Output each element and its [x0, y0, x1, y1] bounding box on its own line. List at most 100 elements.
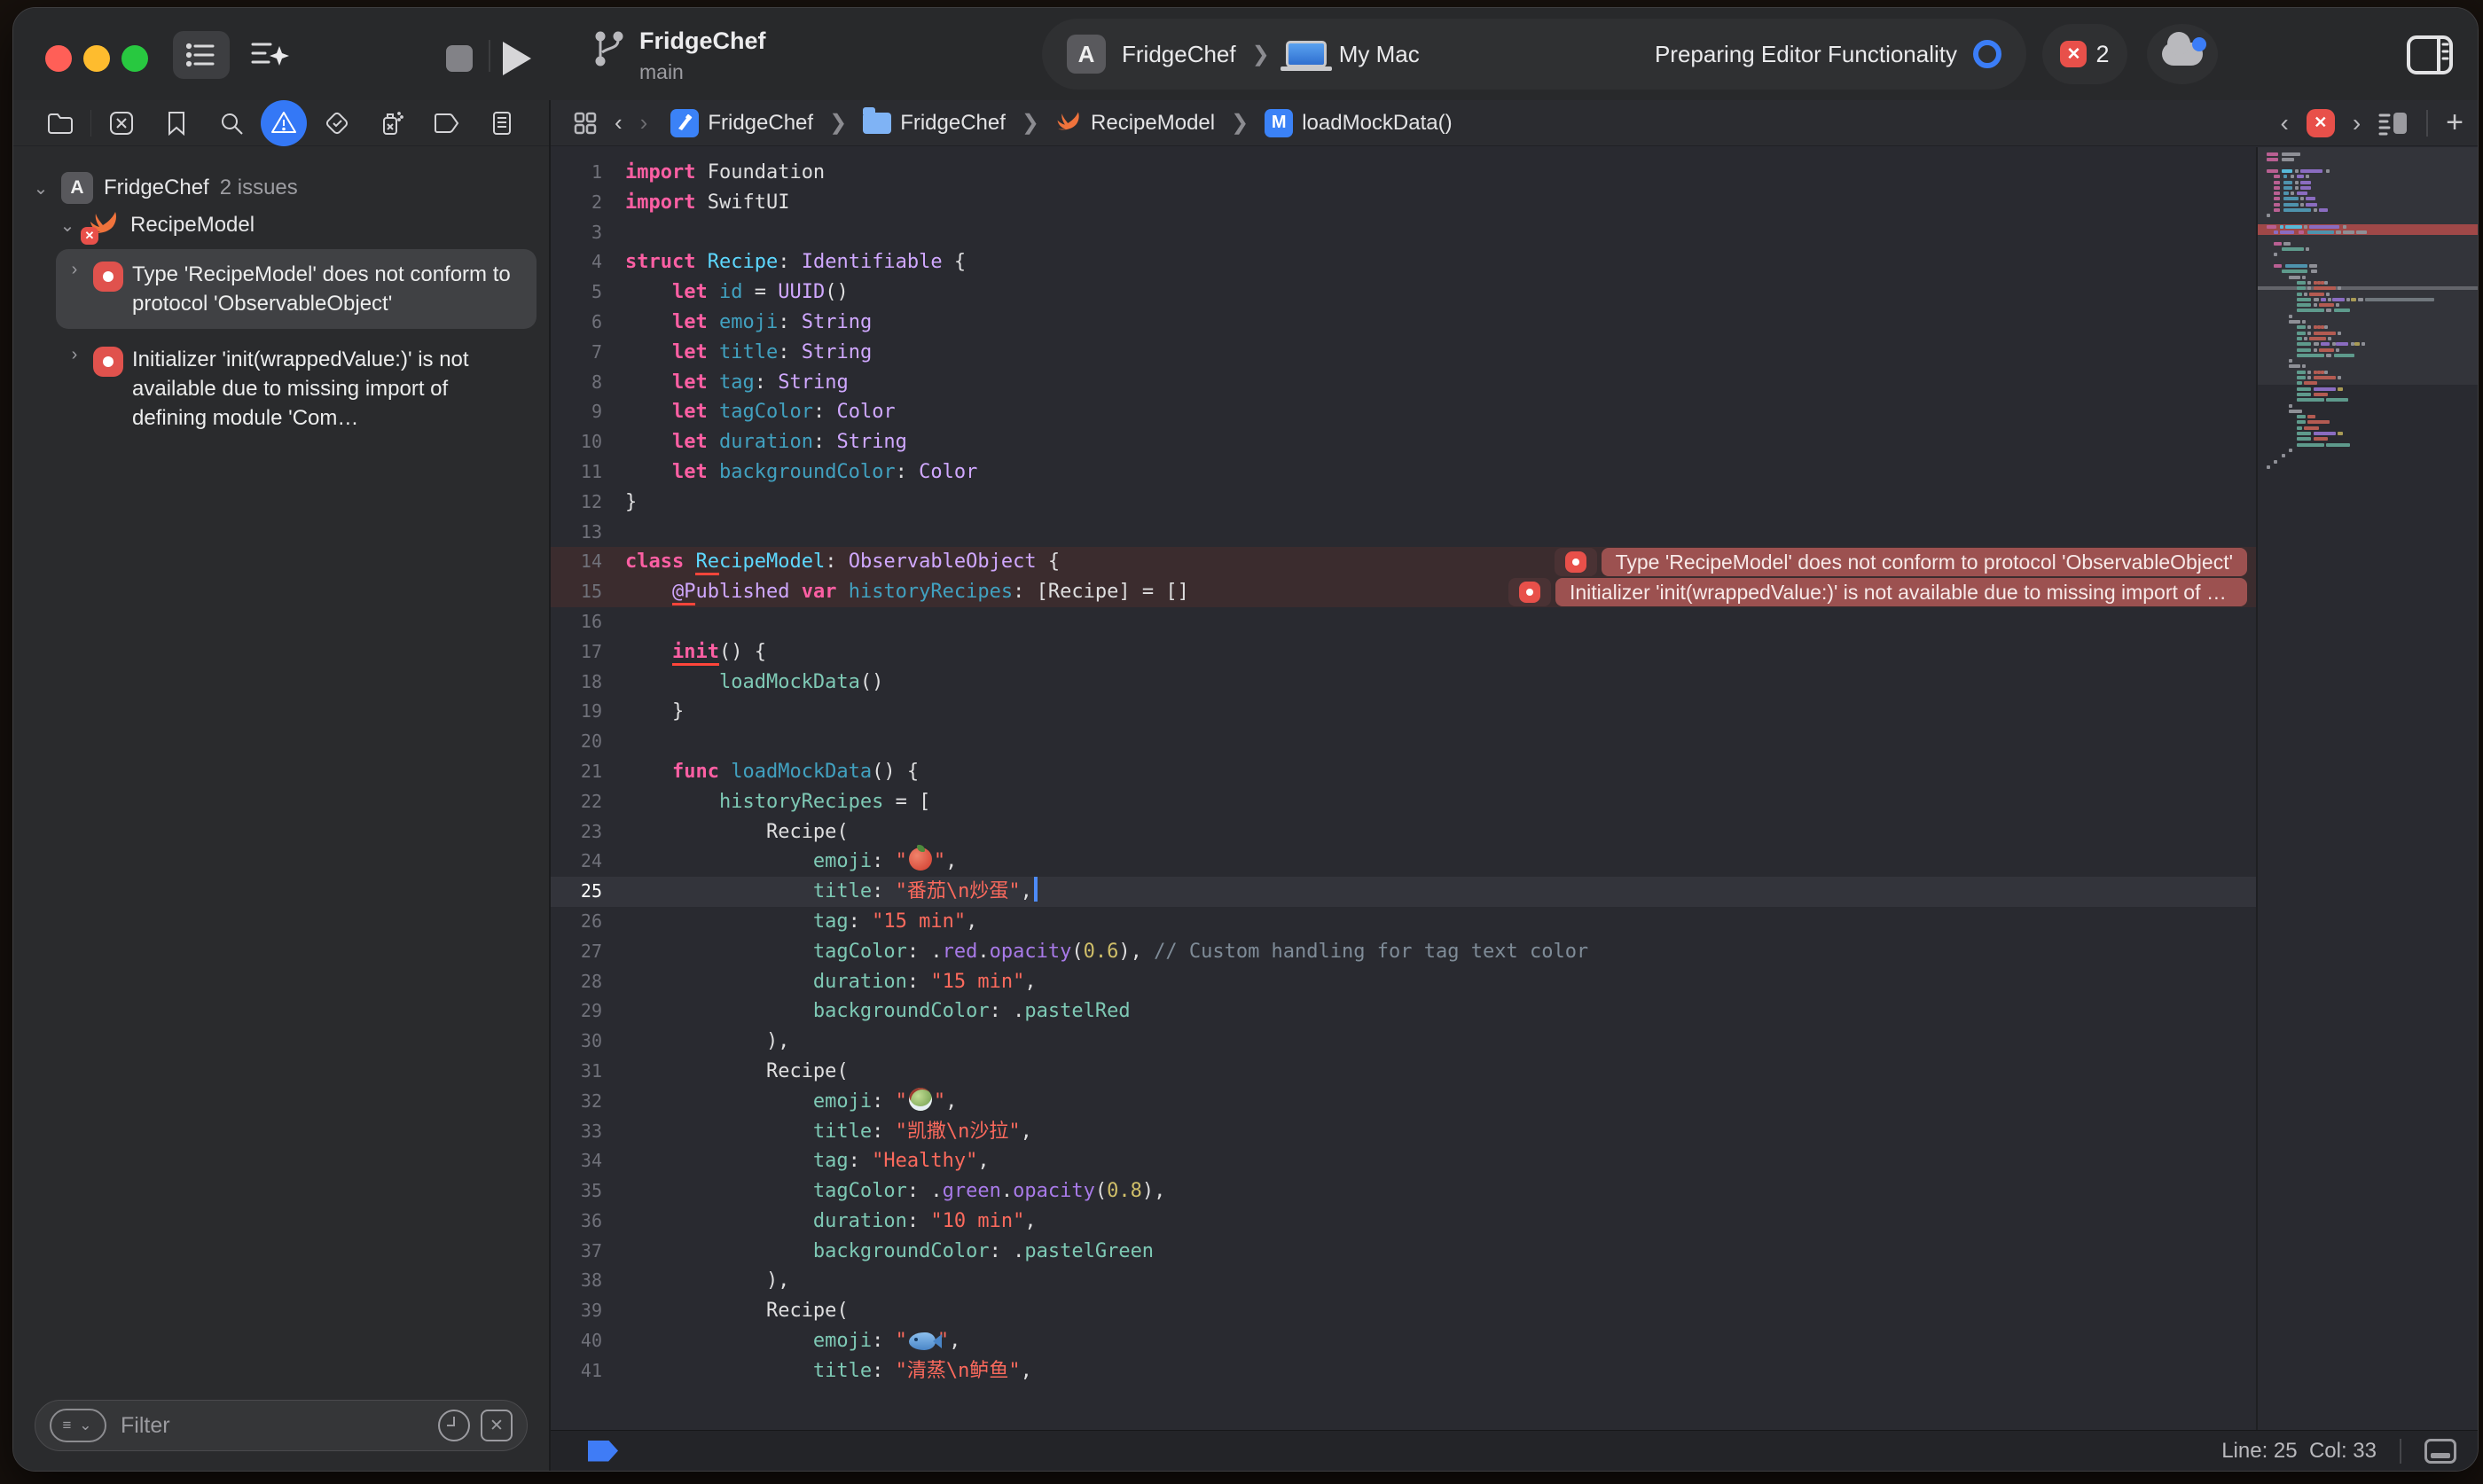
inline-error-banner[interactable]: Type 'RecipeModel' does not conform to p… — [1555, 548, 2247, 576]
code-line[interactable]: 3 — [551, 218, 2256, 248]
code-line[interactable]: 4struct Recipe: Identifiable { — [551, 247, 2256, 277]
code-line[interactable]: 35 tagColor: .green.opacity(0.8), — [551, 1176, 2256, 1207]
code-line[interactable]: 9 let tagColor: Color — [551, 397, 2256, 427]
code-line[interactable]: 37 backgroundColor: .pastelGreen — [551, 1237, 2256, 1267]
code-line[interactable]: 27 tagColor: .red.opacity(0.6), // Custo… — [551, 937, 2256, 967]
chevron-down-icon[interactable]: ⌄ — [31, 177, 51, 199]
minimap-toggle-icon[interactable] — [2378, 111, 2409, 136]
code-line[interactable]: 8 let tag: String — [551, 368, 2256, 398]
code-line[interactable]: 29 backgroundColor: .pastelRed — [551, 996, 2256, 1027]
breadcrumb-item[interactable]: RecipeModel — [1055, 110, 1215, 137]
code-line[interactable]: 25 title: "番茄\n炒蛋", — [551, 877, 2256, 907]
code-line[interactable]: 38 ), — [551, 1266, 2256, 1296]
code-line[interactable]: 6 let emoji: String — [551, 308, 2256, 338]
breadcrumb-item[interactable]: MloadMockData() — [1265, 109, 1452, 137]
tab-bookmarks[interactable] — [152, 103, 201, 144]
minimap-bar — [2300, 203, 2304, 207]
code-line[interactable]: 14class RecipeModel: ObservableObject {T… — [551, 547, 2256, 577]
stop-button[interactable] — [446, 45, 473, 72]
line-number: 2 — [551, 188, 625, 218]
minimap[interactable] — [2256, 147, 2478, 1430]
close-button[interactable] — [45, 45, 72, 72]
code-line[interactable]: 1import Foundation — [551, 158, 2256, 188]
tab-tests[interactable] — [312, 103, 362, 144]
forward-button[interactable]: › — [640, 109, 648, 137]
code-line[interactable]: 21 func loadMockData() { — [551, 757, 2256, 787]
inspector-toggle-button[interactable] — [2398, 29, 2462, 81]
assistant-button[interactable] — [242, 31, 299, 79]
add-editor-button[interactable]: + — [2446, 105, 2463, 140]
issue-row[interactable]: ›Type 'RecipeModel' does not conform to … — [56, 249, 537, 329]
code-line[interactable]: 20 — [551, 727, 2256, 757]
code-line[interactable]: 13 — [551, 518, 2256, 548]
tab-debug[interactable] — [367, 103, 417, 144]
code-line[interactable]: 15 @Published var historyRecipes: [Recip… — [551, 577, 2256, 607]
code-line[interactable]: 33 title: "凯撒\n沙拉", — [551, 1117, 2256, 1147]
code-line[interactable]: 5 let id = UUID() — [551, 277, 2256, 308]
editor-options-icon[interactable] — [2424, 1439, 2456, 1464]
code-line[interactable]: 22 historyRecipes = [ — [551, 787, 2256, 817]
filter-menu-icon[interactable]: ≡ ⌄ — [50, 1409, 106, 1442]
back-button[interactable]: ‹ — [615, 109, 623, 137]
recent-filter-icon[interactable] — [438, 1410, 470, 1441]
code-line[interactable]: 40 emoji: "", — [551, 1326, 2256, 1356]
code-line[interactable]: 36 duration: "10 min", — [551, 1207, 2256, 1237]
code-line[interactable]: 11 let backgroundColor: Color — [551, 457, 2256, 488]
tab-source-control[interactable] — [97, 103, 146, 144]
minimap-bar — [2274, 186, 2279, 190]
code-line[interactable]: 17 init() { — [551, 637, 2256, 668]
tab-breakpoints[interactable] — [422, 103, 472, 144]
chevron-separator: ❯ — [1252, 42, 1270, 67]
code-line[interactable]: 30 ), — [551, 1027, 2256, 1057]
run-button[interactable] — [503, 42, 531, 75]
breadcrumb-item[interactable]: FridgeChef — [863, 111, 1006, 136]
code-line[interactable]: 7 let title: String — [551, 338, 2256, 368]
project-row[interactable]: ⌄ A FridgeChef 2 issues — [31, 169, 537, 207]
code-line[interactable]: 12} — [551, 488, 2256, 518]
breakpoints-toggle-icon[interactable] — [588, 1441, 618, 1462]
chevron-down-icon[interactable]: ⌄ — [58, 215, 77, 237]
code-line[interactable]: 41 title: "清蒸\n鲈鱼", — [551, 1356, 2256, 1386]
cloud-status-button[interactable] — [2147, 24, 2218, 84]
tab-find[interactable] — [207, 103, 256, 144]
tab-project-navigator[interactable] — [35, 103, 85, 144]
code-line[interactable]: 31 Recipe( — [551, 1057, 2256, 1087]
code-line[interactable]: 23 Recipe( — [551, 817, 2256, 847]
code-line[interactable]: 10 let duration: String — [551, 427, 2256, 457]
run-destination[interactable]: My Mac — [1339, 41, 1420, 68]
error-count-button[interactable]: ✕ 2 — [2042, 24, 2127, 84]
filter-field[interactable]: ≡ ⌄ Filter ✕ — [35, 1400, 528, 1451]
code-line[interactable]: 18 loadMockData() — [551, 668, 2256, 698]
minimap-bar — [2326, 293, 2330, 296]
zoom-button[interactable] — [121, 45, 148, 72]
code-line[interactable]: 32 emoji: "", — [551, 1087, 2256, 1117]
related-items-icon[interactable] — [574, 112, 597, 135]
tab-reports[interactable] — [477, 103, 527, 144]
file-row[interactable]: ⌄ ✕ RecipeModel — [31, 207, 537, 244]
code-line[interactable]: 2import SwiftUI — [551, 188, 2256, 218]
chevron-right-icon[interactable]: › — [65, 345, 84, 433]
code-line[interactable]: 19 } — [551, 697, 2256, 727]
prev-issue-button[interactable]: ‹ — [2280, 109, 2288, 137]
next-issue-button[interactable]: › — [2353, 109, 2361, 137]
code-line[interactable]: 39 Recipe( — [551, 1296, 2256, 1326]
scheme-name[interactable]: FridgeChef — [1122, 41, 1236, 68]
code-pane[interactable]: 1import Foundation2import SwiftUI34struc… — [551, 147, 2256, 1430]
code-line[interactable]: 28 duration: "15 min", — [551, 967, 2256, 997]
source-editor[interactable]: 1import Foundation2import SwiftUI34struc… — [551, 147, 2478, 1430]
code-line[interactable]: 34 tag: "Healthy", — [551, 1146, 2256, 1176]
issue-row[interactable]: ›Initializer 'init(wrappedValue:)' is no… — [56, 334, 537, 443]
code-line[interactable]: 26 tag: "15 min", — [551, 907, 2256, 937]
tab-issues[interactable] — [261, 100, 307, 146]
minimize-button[interactable] — [83, 45, 110, 72]
code-token: let — [672, 401, 708, 423]
code-line[interactable]: 24 emoji: "", — [551, 847, 2256, 877]
issue-indicator-icon[interactable]: ✕ — [2307, 109, 2335, 137]
scheme-selector[interactable]: A FridgeChef ❯ My Mac Preparing Editor F… — [1042, 19, 2026, 90]
breadcrumb-item[interactable]: FridgeChef — [670, 109, 813, 137]
inline-error-banner[interactable]: Initializer 'init(wrappedValue:)' is not… — [1508, 578, 2247, 606]
chevron-right-icon[interactable]: › — [65, 260, 84, 318]
clear-filter-icon[interactable]: ✕ — [481, 1410, 513, 1441]
navigator-toggle-button[interactable] — [173, 31, 230, 79]
code-line[interactable]: 16 — [551, 607, 2256, 637]
